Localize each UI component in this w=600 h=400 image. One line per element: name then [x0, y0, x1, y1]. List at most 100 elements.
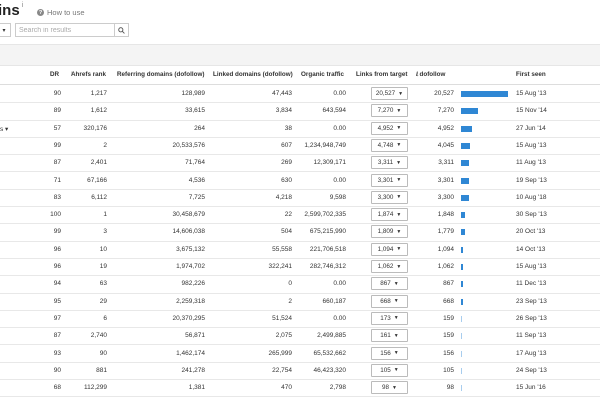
title-info-icon[interactable]: i — [22, 2, 24, 9]
links-dropdown-value: 4,952 — [377, 124, 394, 132]
caret-down-icon: ▼ — [396, 228, 402, 235]
cell-dr: 87 — [53, 332, 61, 340]
cell-organic-traffic: 2,599,702,335 — [304, 211, 346, 219]
cell-organic-traffic: 0.00 — [333, 280, 346, 288]
table-row[interactable]: 87 2,401 71,764 269 12,309,171 3,311 ▼ 3,311 11 … — [0, 154, 600, 173]
links-dropdown[interactable]: 3,300 ▼ — [371, 190, 408, 204]
links-dropdown[interactable]: 4,952 ▼ — [371, 121, 408, 135]
cell-dr: 71 — [53, 176, 61, 184]
cell-dofollow: 1,779 — [437, 228, 454, 236]
links-dropdown[interactable]: 98 ▼ — [371, 381, 408, 395]
links-dropdown[interactable]: 1,874 ▼ — [371, 208, 408, 222]
cell-dr: 100 — [50, 211, 61, 219]
dofollow-bar — [461, 246, 464, 253]
cell-dofollow: 1,848 — [437, 211, 454, 219]
links-dropdown[interactable]: 161 ▼ — [371, 329, 408, 343]
links-dropdown[interactable]: 1,062 ▼ — [371, 260, 408, 273]
cell-organic-traffic: 1,234,948,749 — [304, 141, 346, 149]
cell-dr: 90 — [53, 366, 61, 374]
links-dropdown[interactable]: 173 ▼ — [371, 311, 408, 325]
search-icon — [118, 26, 125, 34]
links-dropdown[interactable]: 668 ▼ — [371, 294, 408, 308]
col-organic-traffic[interactable]: Organic traffic i — [301, 71, 344, 80]
dofollow-bar — [461, 91, 508, 97]
table-row[interactable]: 97 6 20,370,295 51,524 0.00 173 ▼ 159 26 Sep '13 — [0, 310, 600, 329]
links-dropdown[interactable]: 3,311 ▼ — [371, 156, 408, 170]
dofollow-bar — [461, 281, 463, 288]
table-row[interactable]: 89 1,612 33,615 3,834 643,594 7,270 ▼ 7,270 15 N… — [0, 102, 600, 121]
cell-linked-domains: 470 — [281, 384, 292, 392]
search-input[interactable] — [16, 24, 114, 36]
table-row[interactable]: s ▾ 57 320,176 264 38 0.00 4,952 ▼ 4,952 27 Jun '… — [0, 120, 600, 138]
links-dropdown[interactable]: 156 ▼ — [371, 346, 408, 360]
how-to-use-link[interactable]: ? How to use — [37, 8, 85, 17]
dofollow-bar — [461, 142, 471, 149]
table-row[interactable]: 96 19 1,974,702 322,241 282,746,312 1,062 ▼ 1,0… — [0, 258, 600, 277]
col-ahrefs-rank[interactable]: Ahrefs rank i — [71, 71, 106, 80]
dofollow-bar — [461, 298, 463, 305]
cell-first-seen: 26 Sep '13 — [516, 314, 547, 322]
search-button[interactable] — [114, 24, 128, 36]
links-dropdown[interactable]: 7,270 ▼ — [371, 104, 408, 118]
table-row[interactable]: 68 112,299 1,381 470 2,798 98 ▼ 98 15 Jun '16 — [0, 379, 600, 398]
cell-ahrefs-rank: 881 — [96, 366, 107, 374]
cell-dr: 68 — [53, 384, 61, 392]
caret-down-icon: ▼ — [396, 107, 402, 114]
cell-linked-domains: 4,218 — [275, 193, 292, 201]
col-linked-domains[interactable]: Linked domains (dofollow) i — [213, 71, 293, 80]
links-dropdown[interactable]: 4,748 ▼ — [371, 138, 408, 152]
caret-down-icon: ▼ — [396, 159, 402, 166]
cell-dr: 95 — [53, 297, 61, 305]
table-row[interactable]: 83 6,112 7,725 4,218 9,598 3,300 ▼ 3,300 10 Aug … — [0, 189, 600, 208]
links-dropdown[interactable]: 3,301 ▼ — [371, 173, 408, 187]
cell-ref-domains: 1,381 — [188, 384, 205, 392]
cell-organic-traffic: 0.00 — [333, 90, 346, 97]
dofollow-bar — [461, 315, 462, 322]
table-row[interactable]: 93 90 1,462,174 265,999 65,532,662 156 ▼ 156 17 … — [0, 345, 600, 363]
cell-ref-domains: 30,458,679 — [172, 211, 205, 219]
links-dropdown-value: 173 — [380, 314, 391, 322]
table-row[interactable]: 90 1,217 128,989 47,443 0.00 20,527 ▼ 20,527 15 … — [0, 85, 600, 104]
caret-down-icon: ▼ — [396, 125, 402, 132]
cell-dofollow: 1,062 — [437, 263, 454, 270]
links-dropdown[interactable]: 867 ▼ — [371, 277, 408, 291]
cell-first-seen: 11 Sep '13 — [516, 332, 547, 340]
cell-organic-traffic: 0.00 — [333, 314, 346, 322]
cell-ref-domains: 241,278 — [181, 366, 206, 374]
links-dropdown[interactable]: 20,527 ▼ — [371, 87, 408, 100]
links-dropdown[interactable]: 1,094 ▼ — [371, 242, 408, 256]
links-dropdown[interactable]: 1,809 ▼ — [371, 225, 408, 239]
table-row[interactable]: 94 63 982,226 0 0.00 867 ▼ 867 11 Dec '13 — [0, 275, 600, 294]
col-links-from-target-label: Links from target — [356, 71, 408, 78]
table-row[interactable]: 100 1 30,458,679 22 2,599,702,335 1,874 ▼ 1,848… — [0, 206, 600, 225]
caret-down-icon: ▼ — [396, 142, 402, 149]
col-links-from-target[interactable]: Links from target i — [356, 71, 407, 80]
table-row[interactable]: 96 10 3,675,132 55,558 221,706,518 1,094 ▼ 1,09… — [0, 241, 600, 259]
caret-down-icon: ▼ — [393, 367, 399, 374]
col-first-seen[interactable]: First seen i — [516, 71, 546, 80]
col-linked-domains-label: Linked domains (dofollow) — [213, 71, 293, 78]
col-dr[interactable]: DR i — [50, 71, 59, 80]
filter-select-caret[interactable]: ▾ — [0, 23, 11, 37]
cell-linked-domains: 3,834 — [275, 107, 292, 115]
table-row[interactable]: 71 67,166 4,536 630 0.00 3,301 ▼ 3,301 19 Sep '1… — [0, 172, 600, 190]
cell-dofollow: 1,094 — [437, 245, 454, 253]
col-ref-domains[interactable]: Referring domains (dofollow) i — [117, 71, 204, 80]
cell-first-seen: 15 Jun '16 — [516, 384, 546, 392]
links-dropdown-value: 7,270 — [377, 107, 394, 115]
cell-dr: 99 — [53, 228, 61, 236]
table-row[interactable]: 99 2 20,533,576 607 1,234,948,749 4,748 ▼ 4,045… — [0, 137, 600, 156]
how-to-use-label: How to use — [47, 8, 85, 17]
links-dropdown[interactable]: 105 ▼ — [371, 363, 408, 377]
table-row[interactable]: 90 881 241,278 22,754 46,423,320 105 ▼ 105 24 Se… — [0, 362, 600, 381]
cell-organic-traffic: 2,798 — [329, 384, 346, 392]
links-dropdown-value: 105 — [380, 366, 391, 374]
table-row[interactable]: 99 3 14,606,038 504 675,215,990 1,809 ▼ 1,779 20… — [0, 223, 600, 242]
table-row[interactable]: 95 29 2,259,318 2 660,187 668 ▼ 668 23 Sep '13 — [0, 293, 600, 311]
cell-dofollow: 4,045 — [437, 141, 454, 149]
cell-ahrefs-rank: 6,112 — [91, 193, 107, 201]
caret-down-icon: ▼ — [393, 315, 399, 322]
table-row[interactable]: 87 2,740 56,871 2,075 2,499,885 161 ▼ 159 11 Sep… — [0, 327, 600, 346]
caret-down-icon: ▼ — [396, 263, 402, 270]
dofollow-bar — [461, 177, 469, 184]
